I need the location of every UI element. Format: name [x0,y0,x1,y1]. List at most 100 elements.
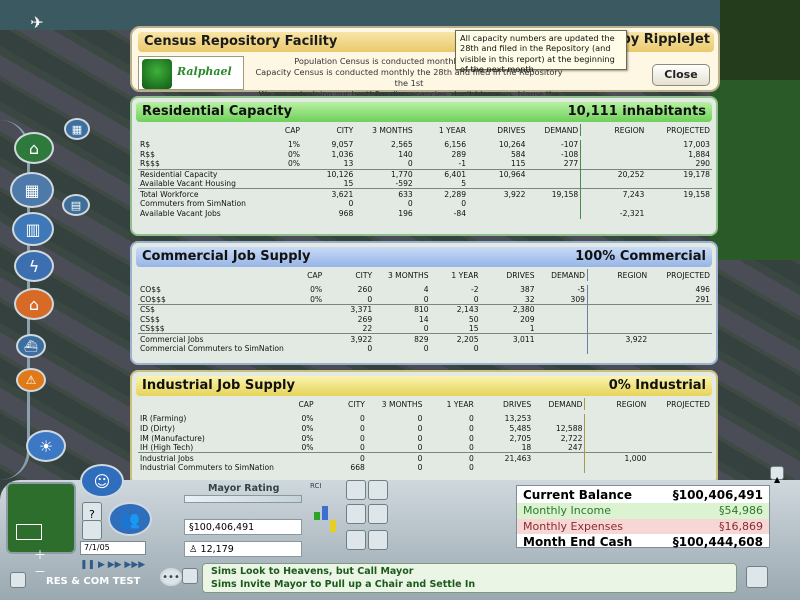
utilities-tool-button[interactable]: ϟ [14,250,54,282]
table-cell: 2,705 [509,433,532,443]
table-cell: 0% [310,294,323,304]
mayor-mode-button[interactable]: ▦ [64,118,90,140]
table-cell: 0 [360,433,365,443]
table-cell: 0% [287,159,300,169]
mayor-button[interactable]: ☺ [80,464,124,498]
mini-map[interactable] [6,482,76,554]
column-header: PROJECTED [666,270,710,280]
table-cell: 18 [521,443,532,453]
news-menu-button[interactable] [746,566,768,588]
table-cell [537,315,588,325]
table-cell: 0% [301,433,314,443]
table-cell: 968 [338,209,354,219]
table-cell: 22 [362,324,373,334]
industrial-header: Industrial Job Supply 0% Industrial [136,376,712,396]
table-cell: 810 [414,305,429,315]
transport-tool-button[interactable]: ▥ [12,212,54,246]
table-cell: 1 [529,324,535,334]
table-cell: 3,371 [350,305,373,315]
table-cell: 0 [407,199,413,209]
map-view-rect [16,524,42,540]
table-cell: 2,289 [444,189,467,199]
table-cell: 0 [348,199,354,209]
column-header: CAP [298,399,314,409]
graph-button[interactable] [368,504,388,524]
table-cell [261,179,302,189]
civic-tool-button[interactable]: ⌂ [14,288,54,320]
table-cell: 19,178 [683,169,710,179]
zoom-controls[interactable]: ＋－ [34,546,58,579]
sun-button[interactable]: ☀ [26,430,66,462]
news-button[interactable] [346,530,366,550]
neighbors-button[interactable]: 👥 [108,502,152,536]
residential-header: Residential Capacity 10,111 inhabitants [136,102,712,122]
table-cell [537,344,588,354]
mayor-panel: Mayor Rating §100,406,491 ♙ 12,179 [180,483,310,559]
column-header: REGION [584,398,649,410]
road-tool-button[interactable]: ▤ [62,194,90,216]
table-cell: 269 [357,314,373,324]
table-cell: -592 [395,179,413,189]
chart-button[interactable] [368,530,388,550]
table-cell: -2 [470,285,479,295]
cursor-icon: ✈ [30,12,44,32]
table-cell [587,344,650,354]
table-cell: 6,156 [444,140,467,150]
table-cell: 0 [423,294,429,304]
column-header: CITY [336,125,354,135]
table-row: CS$$ 269 14 50 209 [138,314,712,325]
map-overlay-button[interactable] [368,480,388,500]
disaster-tool-button[interactable]: ⚠ [16,368,46,392]
table-cell: -108 [561,150,579,160]
rci-industrial-bar [330,520,336,532]
table-cell: 633 [398,189,413,199]
table-cell: IR (Farming) [140,414,187,424]
close-button[interactable]: Close [652,64,710,86]
table-cell [481,344,537,354]
table-cell [649,315,712,325]
news-up-button[interactable] [182,568,198,584]
news-ticker[interactable]: Sims Look to Heavens, but Call Mayor Sim… [202,563,737,593]
table-cell: 584 [510,150,526,160]
route-query-button[interactable]: ✈ [22,10,52,34]
landscape-tool-button[interactable]: ⌂ [14,132,54,164]
options-button[interactable]: ••• [160,568,182,586]
table-cell [261,209,302,219]
city-name: RES & COM TEST [46,576,141,587]
query-button[interactable] [346,480,366,500]
table-cell: Total Workforce [140,189,199,199]
table-cell: 0 [407,159,413,169]
sun-icon: ☀ [38,436,54,456]
author-avatar: Ralphael [138,56,244,90]
table-cell: 0% [301,443,314,453]
landscape-icon: ⌂ [28,138,40,158]
table-cell [537,324,588,334]
table-cell: 5,485 [509,424,532,434]
table-cell [261,170,302,180]
residential-summary: 10,111 inhabitants [567,104,706,119]
person-button[interactable] [346,504,366,524]
column-header: REGION [580,124,647,136]
collapse-button[interactable]: ▲ [770,466,784,484]
table-cell: 1,770 [390,169,413,179]
news-item[interactable]: Sims Look to Heavens, but Call Mayor [211,566,728,579]
table-cell: 0 [417,443,423,453]
news-item[interactable]: Sims Invite Mayor to Pull up a Chair and… [211,579,728,592]
table-cell [527,170,580,180]
menu-button[interactable] [10,572,26,588]
zone-tool-button[interactable]: ▦ [10,172,54,208]
table-cell: Commercial Jobs [140,334,204,344]
table-cell: IH (High Tech) [140,443,194,453]
table-cell [580,179,647,189]
table-cell [587,314,650,325]
table-cell: 247 [567,443,583,453]
table-cell [648,414,712,424]
table-cell [527,209,580,219]
landmark-tool-button[interactable]: ⛴ [16,334,46,358]
table-cell: 1% [287,140,300,150]
table-cell [584,414,649,424]
help-button[interactable]: ? [82,502,102,522]
advisor-button[interactable] [82,520,102,540]
speed-controls[interactable]: ❚❚ ▶ ▶▶ ▶▶▶ [80,560,150,572]
rci-graph[interactable]: RCI [310,482,340,542]
